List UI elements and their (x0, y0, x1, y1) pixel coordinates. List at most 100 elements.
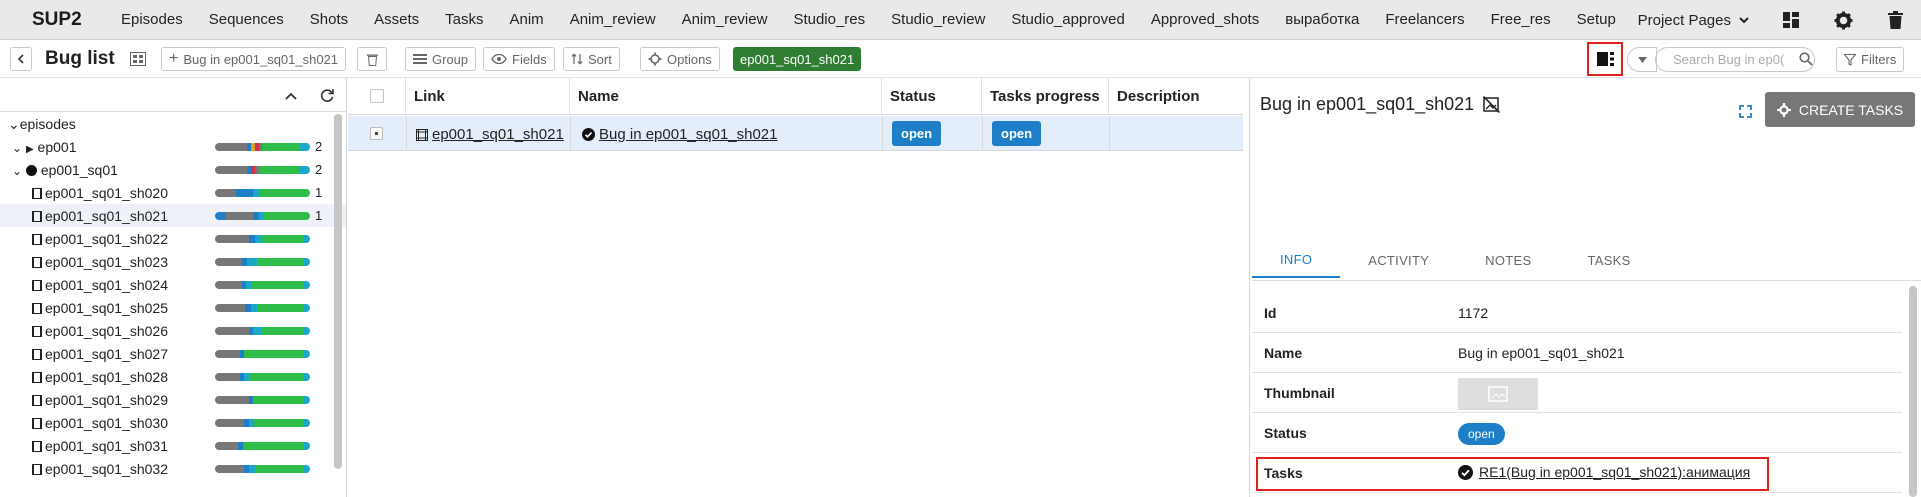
column-header-link[interactable]: Link (406, 78, 570, 115)
chevron-down-icon[interactable]: ⌄ (12, 164, 22, 178)
options-button[interactable]: Options (640, 47, 720, 71)
thumbnail-placeholder[interactable] (1458, 378, 1538, 410)
tree-row[interactable]: ep001_sq01_sh030 (0, 411, 346, 434)
nav-item-sequences-1[interactable]: Sequences (196, 11, 297, 28)
progress-bar (215, 258, 310, 266)
nav-item-setup-15[interactable]: Setup (1564, 11, 1629, 28)
fields-button[interactable]: Fields (483, 47, 555, 71)
nav-item-episodes-0[interactable]: Episodes (108, 11, 196, 28)
nav-item-freelancers-13[interactable]: Freelancers (1372, 11, 1477, 28)
tree-row[interactable]: ep001_sq01_sh032 (0, 457, 346, 480)
project-pages-label: Project Pages (1637, 11, 1731, 29)
sort-button[interactable]: Sort (563, 47, 620, 71)
tree-row[interactable]: ep001_sq01_sh025 (0, 296, 346, 319)
search-icon[interactable] (1799, 52, 1813, 69)
search-options-dropdown[interactable] (1627, 47, 1657, 72)
play-circle-icon (25, 165, 37, 176)
tab-activity[interactable]: ACTIVITY (1340, 243, 1457, 278)
layout-icon[interactable] (130, 52, 146, 69)
back-button[interactable] (10, 47, 32, 71)
tree-row[interactable]: ep001_sq01_sh026 (0, 319, 346, 342)
tab-info[interactable]: INFO (1252, 243, 1341, 278)
image-off-icon[interactable] (1483, 96, 1500, 113)
nav-item-anim-review-7[interactable]: Anim_review (669, 11, 781, 28)
refresh-icon[interactable] (320, 88, 334, 102)
progress-bar (215, 166, 310, 174)
delete-button[interactable] (357, 47, 387, 71)
tree-row-label: ep001_sq01_sh030 (32, 415, 168, 431)
dashboard-icon[interactable] (1765, 0, 1817, 40)
table-row[interactable]: ep001_sq01_sh021 Bug in ep001_sq01_sh021… (348, 116, 1243, 151)
row-link[interactable]: ep001_sq01_sh021 (416, 126, 564, 143)
tree-row[interactable]: ep001_sq01_sh029 (0, 388, 346, 411)
nav-item-free-res-14[interactable]: Free_res (1478, 11, 1564, 28)
tab-tasks[interactable]: TASKS (1559, 243, 1658, 278)
gear-icon[interactable] (1817, 0, 1869, 40)
funnel-icon (1844, 53, 1856, 66)
search-input[interactable]: Search Bug in ep0( (1655, 47, 1815, 72)
trash-icon[interactable] (1869, 0, 1921, 40)
info-status-badge[interactable]: open (1458, 423, 1505, 445)
nav-item-anim-5[interactable]: Anim (497, 11, 557, 28)
tree-row-label: ep001_sq01_sh027 (32, 346, 168, 362)
tree-row[interactable]: ep001_sq01_sh031 (0, 434, 346, 457)
progress-bar (215, 373, 310, 381)
expand-icon[interactable] (1739, 105, 1752, 118)
nav-item-studio-res-8[interactable]: Studio_res (780, 11, 878, 28)
tree-row[interactable]: ep001_sq01_sh024 (0, 273, 346, 296)
row-status-badge[interactable]: open (892, 121, 942, 146)
row-name[interactable]: Bug in ep001_sq01_sh021 (582, 126, 778, 143)
tree-row[interactable]: ⌄ ep001_sq01 2 (0, 158, 346, 181)
search-placeholder: Search Bug in ep0( (1673, 52, 1785, 67)
group-button[interactable]: Group (405, 47, 477, 71)
nav-item-studio-review-9[interactable]: Studio_review (878, 11, 998, 28)
tree-row[interactable]: ep001_sq01_sh023 (0, 250, 346, 273)
panel-title: Bug in ep001_sq01_sh021 (1260, 94, 1475, 114)
column-header-tasks-progress[interactable]: Tasks progress (982, 78, 1109, 115)
select-all-header (348, 78, 406, 115)
create-tasks-button[interactable]: CREATE TASKS (1765, 92, 1915, 127)
tree-row[interactable]: ep001_sq01_sh020 1 (0, 181, 346, 204)
tree-root-label: ⌄episodes (8, 116, 76, 132)
row-checkbox[interactable] (370, 127, 383, 140)
nav-item-studio-approved-10[interactable]: Studio_approved (998, 11, 1137, 28)
row-progress-badge[interactable]: open (992, 121, 1042, 146)
panel-scrollbar[interactable] (1909, 286, 1917, 497)
nav-item-tasks-4[interactable]: Tasks (432, 11, 496, 28)
nav-item-anim-review-6[interactable]: Anim_review (557, 11, 669, 28)
nav-item-shots-2[interactable]: Shots (297, 11, 361, 28)
tree-root-episodes[interactable]: ⌄episodes (0, 112, 346, 135)
filters-button[interactable]: Filters (1836, 47, 1905, 72)
tree-row-label: ep001_sq01_sh031 (32, 438, 168, 454)
tab-notes[interactable]: NOTES (1457, 243, 1559, 278)
nav-item-выработка-12[interactable]: выработка (1272, 11, 1372, 28)
select-all-checkbox[interactable] (369, 89, 384, 103)
column-header-name[interactable]: Name (570, 78, 882, 115)
nav-item-assets-3[interactable]: Assets (361, 11, 432, 28)
chevron-down-icon[interactable]: ⌄ (12, 141, 22, 155)
nav-item-approved-shots-11[interactable]: Approved_shots (1138, 11, 1272, 28)
tree-row-label: ep001_sq01_sh025 (32, 300, 168, 316)
tree-row-count: 2 (315, 139, 323, 154)
tree-row[interactable]: ep001_sq01_sh027 (0, 342, 346, 365)
tree-row[interactable]: ep001_sq01_sh022 (0, 227, 346, 250)
info-name-label: Name (1264, 345, 1303, 361)
column-header-status[interactable]: Status (882, 78, 982, 115)
tree-scrollbar[interactable] (334, 114, 342, 469)
project-pages-dropdown[interactable]: Project Pages (1622, 12, 1765, 29)
tree-row[interactable]: ⌄ ▶ ep001 2 (0, 135, 346, 158)
add-bug-button[interactable]: + Bug in ep001_sq01_sh021 (161, 47, 347, 71)
tree-row[interactable]: ep001_sq01_sh021 1 (0, 204, 346, 227)
film-icon (32, 234, 42, 245)
column-header-description[interactable]: Description (1109, 78, 1243, 115)
tree-row-label: ep001_sq01_sh029 (32, 392, 168, 408)
app-brand[interactable]: SUP2 (0, 9, 108, 31)
filter-tag[interactable]: ep001_sq01_sh021 (733, 47, 862, 71)
progress-bar (215, 442, 310, 450)
caret-down-icon (1637, 56, 1647, 63)
tree-row[interactable]: ep001_sq01_sh028 (0, 365, 346, 388)
navbar-right: Project Pages (1622, 0, 1921, 40)
collapse-up-icon[interactable] (285, 92, 297, 100)
panel-tabs: INFO ACTIVITY NOTES TASKS (1252, 243, 1659, 278)
tree-row-label: ⌄ ▶ ep001 (12, 139, 77, 155)
